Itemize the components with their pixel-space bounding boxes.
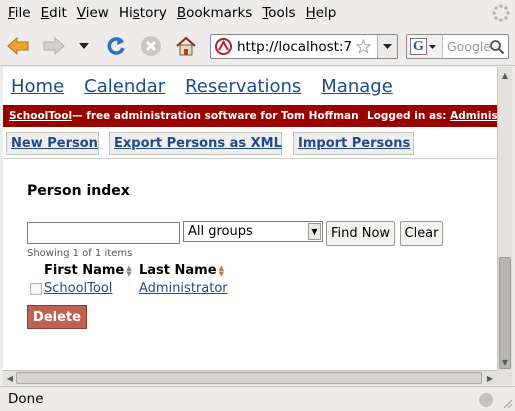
forward-arrow-icon[interactable] [40, 32, 68, 60]
group-select-value: All groups [188, 224, 253, 239]
search-magnifier-icon[interactable] [489, 39, 505, 55]
site-favicon [215, 38, 232, 55]
row-checkbox[interactable] [30, 283, 42, 295]
brand-link[interactable]: SchoolTool [9, 110, 72, 122]
scroll-left-icon[interactable]: ◀ [4, 372, 16, 384]
history-dropdown-icon[interactable] [74, 32, 94, 60]
menu-bookmarks[interactable]: Bookmarks [173, 5, 258, 21]
first-name-link[interactable]: SchoolTool [44, 281, 112, 296]
connection-status-icon [479, 393, 493, 407]
export-xml-button[interactable]: Export Persons as XML [109, 132, 282, 155]
menu-view[interactable]: View [73, 5, 115, 21]
column-header-last-name[interactable]: Last Name ▲ ▼ [139, 263, 224, 278]
group-select[interactable]: All groups ▼ [183, 221, 323, 242]
stop-icon[interactable] [137, 32, 165, 60]
throbber-icon [492, 4, 510, 22]
menu-tools[interactable]: Tools [258, 5, 301, 21]
back-arrow-icon[interactable] [4, 32, 32, 60]
google-logo-icon: G [410, 38, 427, 55]
page-title: Person index [27, 183, 130, 199]
vertical-scroll-thumb[interactable] [499, 257, 511, 369]
nav-manage[interactable]: Manage [321, 76, 393, 97]
nav-home[interactable]: Home [11, 76, 64, 97]
url-dropdown-icon[interactable] [377, 35, 397, 58]
login-label: Logged in as: [367, 110, 451, 122]
status-text: Done [8, 391, 44, 407]
url-bar[interactable]: http://localhost:7 [210, 34, 398, 59]
login-user-link[interactable]: Administrator [450, 110, 497, 122]
bookmark-star-icon[interactable] [356, 39, 371, 54]
clear-button[interactable]: Clear [400, 221, 443, 246]
delete-button[interactable]: Delete [27, 305, 87, 329]
home-icon[interactable] [172, 32, 200, 60]
header-banner: SchoolTool — free administration softwar… [3, 105, 497, 127]
chevron-down-icon[interactable]: ▼ [308, 223, 321, 240]
sort-icon: ▲ ▼ [126, 263, 132, 278]
status-bar: Done [0, 386, 515, 411]
last-name-link[interactable]: Administrator [139, 281, 228, 296]
menu-edit[interactable]: Edit [37, 5, 73, 21]
site-navigation: Home Calendar Reservations Manage [3, 67, 497, 105]
scroll-up-icon[interactable]: ▲ [499, 69, 511, 81]
menu-help[interactable]: Help [302, 5, 343, 21]
vertical-scrollbar[interactable]: ▲ ▼ [497, 67, 512, 370]
search-text-field[interactable] [27, 222, 180, 244]
scrollbar-corner [497, 370, 512, 385]
new-person-button[interactable]: New Person [6, 132, 99, 155]
horizontal-scrollbar[interactable]: ◀ ▶ [3, 370, 497, 385]
scroll-down-icon[interactable]: ▼ [499, 356, 511, 368]
reload-icon[interactable] [102, 32, 130, 60]
page-viewport: Home Calendar Reservations Manage School… [3, 67, 497, 370]
find-now-button[interactable]: Find Now [326, 221, 395, 246]
menu-file[interactable]: File [4, 5, 37, 21]
menu-history[interactable]: History [115, 5, 173, 21]
search-bar[interactable]: G Google [406, 34, 509, 59]
scroll-right-icon[interactable]: ▶ [484, 372, 496, 384]
action-bar: New Person Export Persons as XML Import … [3, 127, 497, 159]
search-engine-selector[interactable]: G [407, 35, 443, 58]
sort-icon: ▲ ▼ [218, 263, 224, 278]
result-count: Showing 1 of 1 items [27, 248, 133, 259]
menu-bar: File Edit View History Bookmarks Tools H… [0, 0, 515, 26]
banner-tagline: — free administration software for Tom H… [72, 110, 359, 122]
horizontal-scroll-thumb[interactable] [16, 372, 482, 384]
navigation-toolbar: http://localhost:7 G Google [0, 26, 515, 66]
url-text[interactable]: http://localhost:7 [237, 39, 355, 55]
login-status: Logged in as: Administrator [367, 110, 497, 122]
resize-grip-icon[interactable] [501, 397, 513, 409]
nav-calendar[interactable]: Calendar [84, 76, 165, 97]
search-input[interactable]: Google [447, 39, 491, 54]
nav-reservations[interactable]: Reservations [185, 76, 301, 97]
import-persons-button[interactable]: Import Persons [293, 132, 414, 155]
column-header-first-name[interactable]: First Name ▲ ▼ [44, 263, 132, 278]
